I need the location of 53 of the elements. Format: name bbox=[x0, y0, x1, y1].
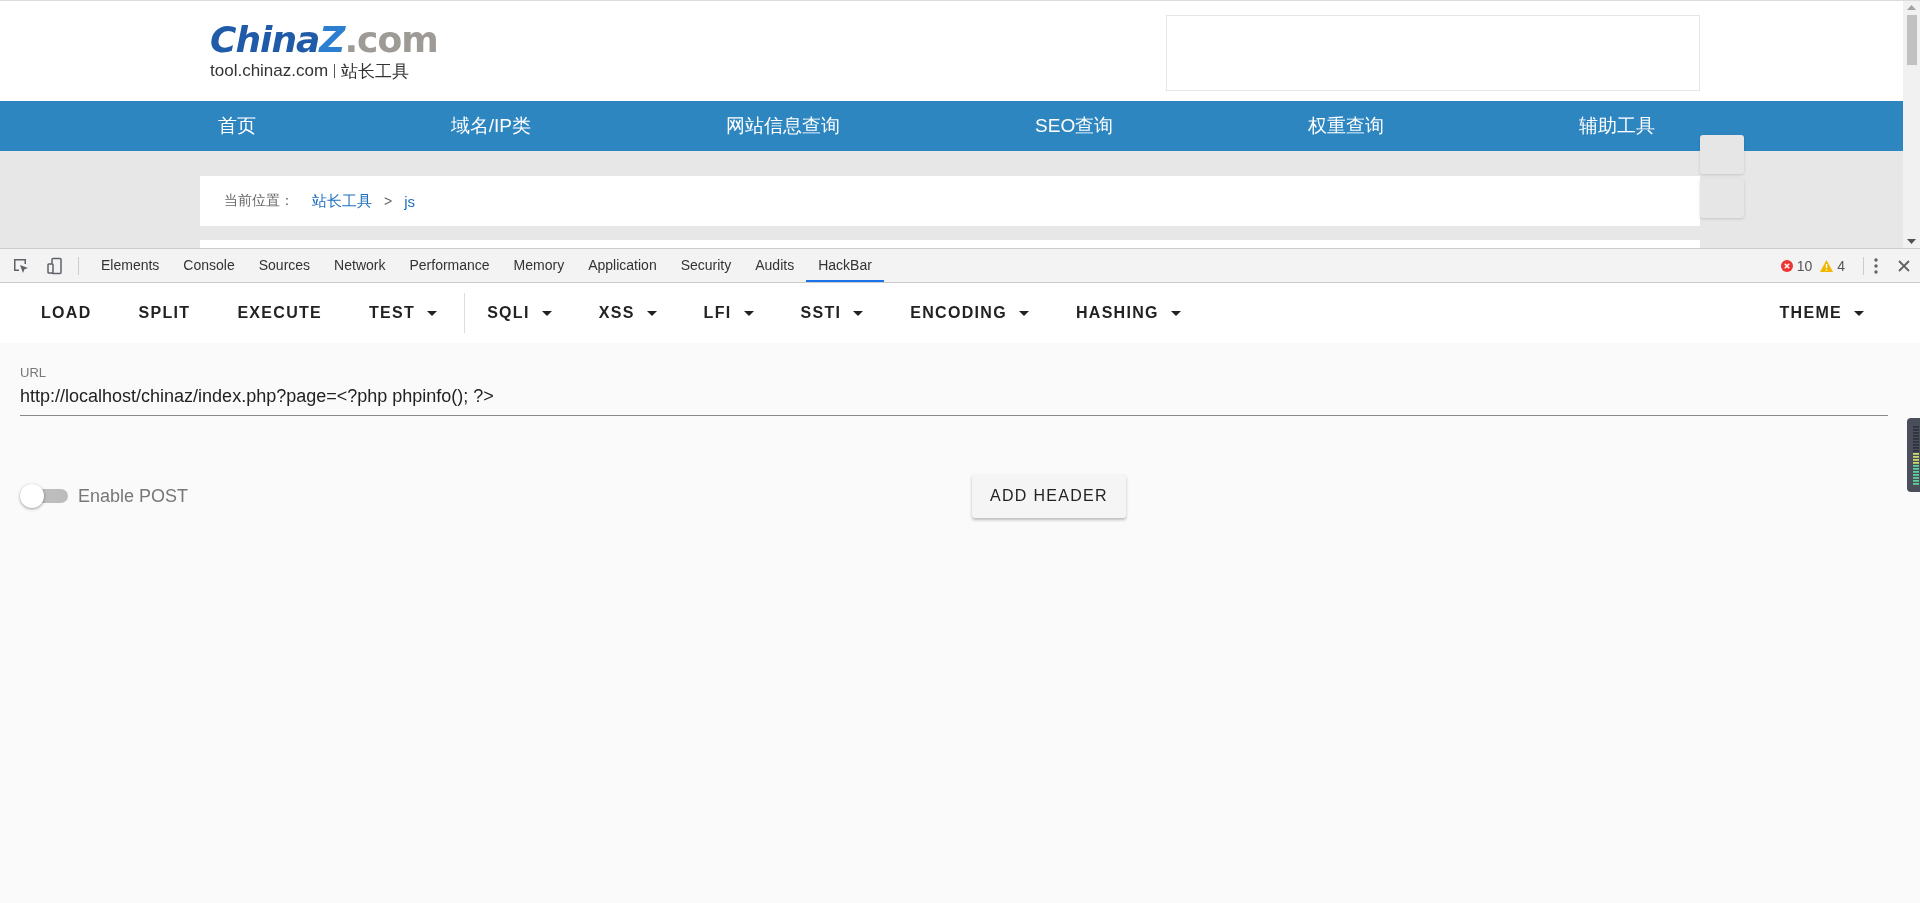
add-header-button[interactable]: ADD HEADER bbox=[972, 474, 1126, 518]
toolbar-button[interactable]: SPLIT bbox=[122, 296, 207, 330]
menu-button[interactable]: SSTI bbox=[784, 296, 880, 330]
menu-button[interactable]: TEST bbox=[353, 296, 454, 330]
error-icon bbox=[1780, 259, 1793, 272]
nav-link[interactable]: 权重查询 bbox=[1298, 113, 1395, 139]
menu-button[interactable]: THEME bbox=[1763, 296, 1880, 330]
toggle-switch[interactable] bbox=[20, 484, 68, 508]
nav-link[interactable]: 首页 bbox=[207, 113, 266, 139]
menu-button[interactable]: XSS bbox=[582, 296, 673, 330]
devtools-tab[interactable]: Memory bbox=[501, 249, 577, 282]
error-count: 10 bbox=[1796, 257, 1813, 274]
devtools-tab[interactable]: Sources bbox=[246, 249, 323, 282]
nav-link[interactable]: 域名/IP类 bbox=[440, 113, 541, 139]
nav-link[interactable]: 辅助工具 bbox=[1569, 113, 1666, 139]
breadcrumb-label: 当前位置： bbox=[224, 192, 294, 210]
scrollbar-thumb[interactable] bbox=[1906, 15, 1917, 65]
caret-icon bbox=[427, 310, 438, 316]
device-icon[interactable] bbox=[46, 256, 64, 275]
menu-button[interactable]: HASHING bbox=[1059, 296, 1197, 330]
caret-icon bbox=[1018, 310, 1029, 316]
devtools-tab[interactable]: Console bbox=[171, 249, 247, 282]
devtools-tab[interactable]: Security bbox=[668, 249, 744, 282]
warning-count: 4 bbox=[1837, 257, 1845, 274]
devtools-tab[interactable]: Network bbox=[322, 249, 398, 282]
nav-link[interactable]: SEO查询 bbox=[1025, 113, 1124, 139]
devtools-tab[interactable]: Application bbox=[576, 249, 669, 282]
menu-button[interactable]: LFI bbox=[687, 296, 770, 330]
nav-link[interactable]: 网站信息查询 bbox=[715, 113, 850, 139]
breadcrumb-separator: > bbox=[384, 193, 393, 209]
menu-button[interactable]: ENCODING bbox=[894, 296, 1045, 330]
breadcrumb-link[interactable]: 站长工具 bbox=[312, 191, 372, 211]
toolbar-button[interactable]: EXECUTE bbox=[221, 296, 339, 330]
warning-icon bbox=[1820, 259, 1834, 272]
inspect-icon[interactable] bbox=[12, 256, 30, 275]
devtools-tab[interactable]: Performance bbox=[397, 249, 502, 282]
site-logo[interactable]: ChinaZ.com tool.chinaz.com 站长工具 bbox=[210, 19, 438, 83]
breadcrumb-link[interactable]: js bbox=[404, 192, 416, 210]
menu-button[interactable]: SQLI bbox=[471, 296, 568, 330]
enable-post-toggle[interactable]: Enable POST bbox=[20, 484, 189, 508]
more-icon[interactable] bbox=[1874, 257, 1878, 274]
toolbar-button[interactable]: LOAD bbox=[25, 296, 108, 330]
devtools-tab[interactable]: Elements bbox=[89, 249, 172, 282]
caret-icon bbox=[1170, 310, 1181, 316]
url-field[interactable]: URL http://localhost/chinaz/index.php?page=<?php phpinfo(); ?> bbox=[20, 365, 1888, 416]
close-icon[interactable] bbox=[1898, 259, 1910, 272]
caret-icon bbox=[646, 310, 657, 316]
caret-icon bbox=[743, 310, 754, 316]
caret-icon bbox=[853, 310, 864, 316]
caret-icon bbox=[1854, 310, 1864, 316]
scrollbar[interactable] bbox=[1903, 1, 1920, 248]
caret-icon bbox=[541, 310, 552, 316]
devtools-tab[interactable]: Audits bbox=[743, 249, 807, 282]
